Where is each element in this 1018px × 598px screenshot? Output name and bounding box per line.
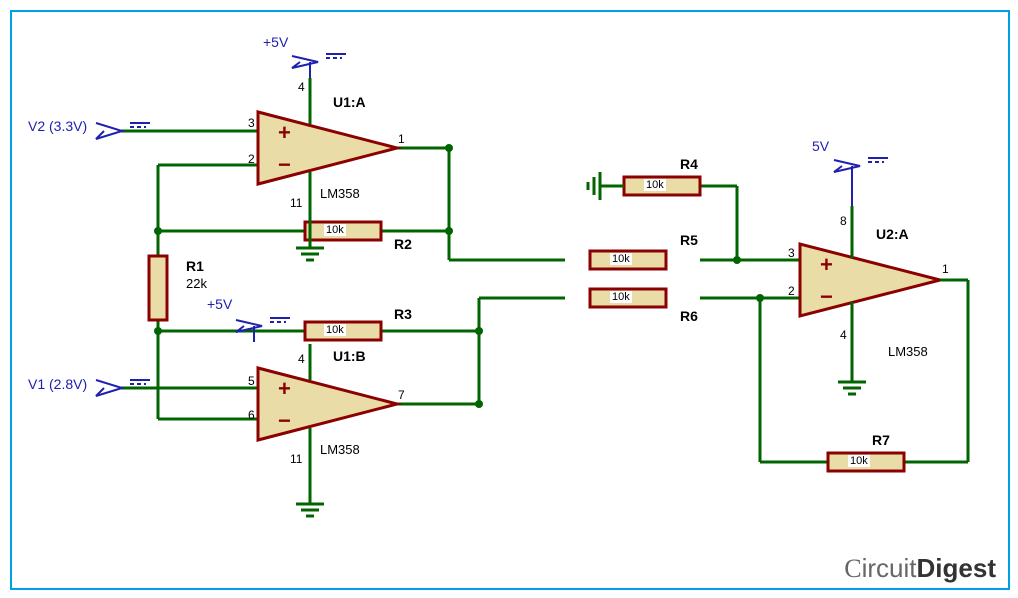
vcc-label-u1b: +5V [207, 296, 232, 312]
input-v2-label: V2 (3.3V) [28, 118, 87, 134]
u1a-pin2: 2 [248, 152, 255, 166]
input-v1 [96, 380, 150, 396]
u1a-pin4: 4 [298, 80, 305, 94]
r7-val: 10k [848, 455, 870, 467]
u2a-pin3: 3 [788, 246, 795, 260]
input-v2 [96, 123, 150, 139]
r7-ref: R7 [872, 432, 890, 448]
r4-val: 10k [644, 179, 666, 191]
u1b-part: LM358 [320, 442, 360, 457]
r6-val: 10k [610, 291, 632, 303]
r6-ref: R6 [680, 308, 698, 324]
u2a-pin4: 4 [840, 328, 847, 342]
r5-val: 10k [610, 253, 632, 265]
u1b-pin5: 5 [248, 374, 255, 388]
vcc-label-u1a: +5V [263, 34, 288, 50]
r3-val: 10k [324, 324, 346, 336]
u1b-ref: U1:B [333, 348, 366, 364]
u2a-pin1: 1 [942, 262, 949, 276]
ground-u1a [296, 220, 324, 260]
input-v1-label: V1 (2.8V) [28, 376, 87, 392]
schematic-canvas: + − + − + − [0, 0, 1018, 598]
u1b-pin4: 4 [298, 352, 305, 366]
u1a-part: LM358 [320, 186, 360, 201]
r3-ref: R3 [394, 306, 412, 322]
vcc-u1a [292, 54, 346, 78]
ground-u1b [296, 476, 324, 516]
u2a-pin8: 8 [840, 214, 847, 228]
u1b-pin11: 11 [290, 452, 302, 466]
r4-ref: R4 [680, 156, 698, 172]
vcc-label-u2a: 5V [812, 138, 829, 154]
r2-ref: R2 [394, 236, 412, 252]
r1-ref: R1 [186, 258, 204, 274]
u2a-ref: U2:A [876, 226, 909, 242]
u2a-part: LM358 [888, 344, 928, 359]
r5-ref: R5 [680, 232, 698, 248]
r2-val: 10k [324, 224, 346, 236]
ground-r4 [588, 172, 624, 200]
u1a-pin3: 3 [248, 116, 255, 130]
vcc-u2a [834, 158, 888, 206]
r1-val: 22k [186, 276, 207, 291]
u2a-pin2: 2 [788, 284, 795, 298]
u1a-ref: U1:A [333, 94, 366, 110]
vcc-u1b [236, 318, 290, 342]
u1b-pin7: 7 [398, 388, 405, 402]
power-layer [0, 0, 1018, 598]
u1a-pin1: 1 [398, 132, 405, 146]
u1b-pin6: 6 [248, 408, 255, 422]
ground-u2a [838, 354, 866, 394]
u1a-pin11: 11 [290, 196, 302, 210]
watermark: CircuitDigest [844, 553, 996, 584]
